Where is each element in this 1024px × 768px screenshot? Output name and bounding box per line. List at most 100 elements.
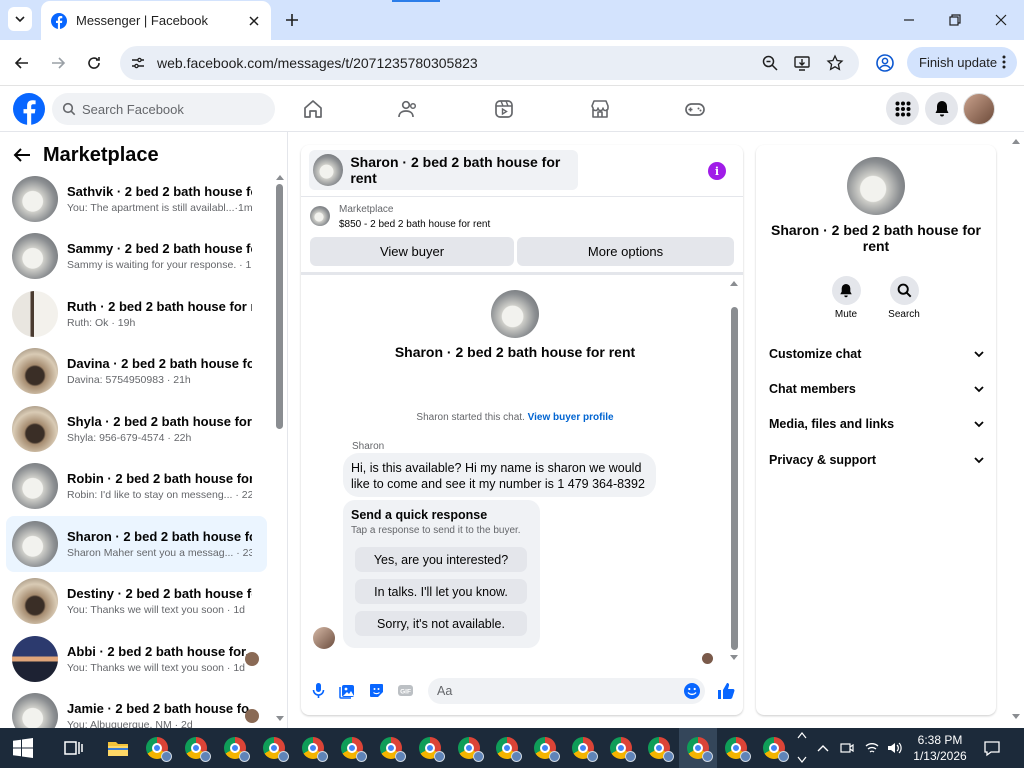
conversation-item[interactable]: Jamie · 2 bed 2 bath house fo... You: Alb… bbox=[6, 688, 267, 728]
minimize-icon[interactable] bbox=[901, 12, 917, 28]
taskbar-scroll-down-icon[interactable] bbox=[797, 756, 807, 763]
thumbs-up-icon[interactable] bbox=[716, 681, 736, 701]
conversation-item[interactable]: Robin · 2 bed 2 bath house for r... Robin… bbox=[6, 458, 267, 514]
chrome-icon[interactable] bbox=[572, 737, 598, 762]
quick-response-option[interactable]: Yes, are you interested? bbox=[355, 547, 527, 572]
file-explorer-icon[interactable] bbox=[106, 736, 130, 760]
privacy-support-section[interactable]: Privacy & support bbox=[769, 450, 984, 470]
volume-icon[interactable] bbox=[886, 740, 902, 756]
mute-button[interactable]: Mute bbox=[824, 276, 868, 320]
gif-icon[interactable]: GIF bbox=[397, 682, 414, 699]
install-app-icon[interactable] bbox=[793, 54, 811, 72]
restore-icon[interactable] bbox=[947, 12, 963, 28]
chat-scrollbar[interactable] bbox=[731, 307, 738, 650]
active-tab[interactable]: Messenger | Facebook bbox=[41, 1, 271, 40]
forward-arrow-icon[interactable] bbox=[48, 53, 68, 73]
quick-response-option[interactable]: In talks. I'll let you know. bbox=[355, 579, 527, 604]
finish-update-button[interactable]: Finish update bbox=[907, 47, 1017, 78]
conversation-item-selected[interactable]: Sharon · 2 bed 2 bath house for... Sharon… bbox=[6, 516, 267, 572]
chrome-icon[interactable] bbox=[419, 737, 445, 762]
scroll-down-icon[interactable] bbox=[1011, 713, 1021, 720]
chrome-icon[interactable] bbox=[380, 737, 406, 762]
task-view-icon[interactable] bbox=[61, 736, 85, 760]
scroll-down-icon[interactable] bbox=[275, 715, 285, 722]
conversation-item[interactable]: Ruth · 2 bed 2 bath house for re... Ruth:… bbox=[6, 286, 267, 342]
back-arrow-icon[interactable] bbox=[13, 147, 31, 163]
chat-members-section[interactable]: Chat members bbox=[769, 379, 984, 399]
chrome-icon[interactable] bbox=[648, 737, 674, 762]
chat-started-note: Sharon started this chat. View buyer pro… bbox=[301, 412, 729, 423]
bookmark-star-icon[interactable] bbox=[826, 54, 844, 72]
conversation-item[interactable]: Shyla · 2 bed 2 bath house for r... Shyla… bbox=[6, 401, 267, 457]
site-settings-icon[interactable] bbox=[130, 55, 146, 71]
windows-start-icon[interactable] bbox=[13, 738, 33, 758]
friends-icon[interactable] bbox=[397, 98, 419, 120]
conversation-item[interactable]: Abbi · 2 bed 2 bath house for... You: Tha… bbox=[6, 631, 267, 687]
gaming-icon[interactable] bbox=[684, 98, 706, 120]
sticker-icon[interactable] bbox=[368, 682, 385, 699]
chrome-icon[interactable] bbox=[146, 737, 172, 762]
zoom-icon[interactable] bbox=[761, 54, 779, 72]
system-clock[interactable]: 6:38 PM 1/13/2026 bbox=[912, 732, 968, 764]
chrome-icon[interactable] bbox=[224, 737, 250, 762]
scroll-up-icon[interactable] bbox=[1011, 138, 1021, 145]
info-icon[interactable]: i bbox=[708, 162, 726, 180]
chrome-icon[interactable] bbox=[687, 737, 713, 762]
conversation-item[interactable]: Davina · 2 bed 2 bath house for... Davina… bbox=[6, 343, 267, 399]
facebook-search-input[interactable]: Search Facebook bbox=[52, 93, 275, 125]
close-tab-icon[interactable] bbox=[247, 14, 261, 28]
conversation-item[interactable]: Sammy · 2 bed 2 bath house for... Sammy i… bbox=[6, 228, 267, 284]
more-options-button[interactable]: More options bbox=[517, 237, 734, 266]
chrome-icon[interactable] bbox=[341, 737, 367, 762]
chrome-icon[interactable] bbox=[302, 737, 328, 762]
close-window-icon[interactable] bbox=[993, 12, 1009, 28]
chat-header[interactable]: Sharon · 2 bed 2 bath house for rent bbox=[309, 150, 578, 190]
message-input[interactable]: Aa bbox=[428, 678, 705, 704]
search-in-chat-button[interactable]: Search bbox=[882, 276, 926, 320]
chrome-icon[interactable] bbox=[458, 737, 484, 762]
conversation-item[interactable]: Destiny · 2 bed 2 bath house fo... You: T… bbox=[6, 573, 267, 629]
new-tab-icon[interactable] bbox=[283, 11, 301, 29]
view-buyer-profile-link[interactable]: View buyer profile bbox=[528, 412, 614, 423]
notification-center-icon[interactable] bbox=[983, 739, 1001, 757]
chrome-icon[interactable] bbox=[496, 737, 522, 762]
address-bar[interactable]: web.facebook.com/messages/t/207123578030… bbox=[120, 46, 859, 80]
wifi-icon[interactable] bbox=[864, 740, 880, 756]
chrome-icon[interactable] bbox=[534, 737, 560, 762]
conversation-item[interactable]: Sathvik · 2 bed 2 bath house for... You: … bbox=[6, 171, 267, 227]
tab-search-button[interactable] bbox=[8, 7, 32, 31]
emoji-icon[interactable] bbox=[683, 682, 701, 700]
camera-tray-icon[interactable] bbox=[839, 740, 855, 756]
view-buyer-button[interactable]: View buyer bbox=[310, 237, 514, 266]
photo-icon[interactable] bbox=[339, 682, 356, 699]
video-icon[interactable] bbox=[493, 98, 515, 120]
notifications-button[interactable] bbox=[925, 92, 958, 125]
scroll-up-icon[interactable] bbox=[729, 280, 739, 287]
scroll-down-icon[interactable] bbox=[729, 654, 739, 661]
section-label: Customize chat bbox=[769, 347, 862, 361]
conversation-preview: Sammy is waiting for your response. · 1h bbox=[67, 258, 252, 271]
facebook-logo-icon[interactable] bbox=[13, 93, 45, 125]
chrome-icon[interactable] bbox=[763, 737, 789, 762]
chrome-icon[interactable] bbox=[610, 737, 636, 762]
customize-chat-section[interactable]: Customize chat bbox=[769, 344, 984, 364]
taskbar-scroll-up-icon[interactable] bbox=[797, 732, 807, 739]
scroll-up-icon[interactable] bbox=[275, 174, 285, 181]
chrome-icon[interactable] bbox=[725, 737, 751, 762]
chrome-icon[interactable] bbox=[263, 737, 289, 762]
chrome-icon[interactable] bbox=[185, 737, 211, 762]
back-arrow-icon[interactable] bbox=[12, 53, 32, 73]
home-icon[interactable] bbox=[302, 98, 324, 120]
profile-icon[interactable] bbox=[875, 53, 895, 73]
facebook-favicon-icon bbox=[51, 12, 67, 29]
microphone-icon[interactable] bbox=[310, 682, 327, 699]
account-avatar[interactable] bbox=[963, 93, 995, 125]
quick-response-option[interactable]: Sorry, it's not available. bbox=[355, 611, 527, 636]
menu-button[interactable] bbox=[886, 92, 919, 125]
sidebar-scrollbar[interactable] bbox=[276, 184, 283, 429]
url-text: web.facebook.com/messages/t/207123578030… bbox=[157, 55, 478, 71]
show-hidden-icons-icon[interactable] bbox=[815, 740, 831, 756]
media-files-links-section[interactable]: Media, files and links bbox=[769, 414, 984, 434]
marketplace-icon[interactable] bbox=[589, 98, 611, 120]
reload-icon[interactable] bbox=[84, 53, 104, 73]
